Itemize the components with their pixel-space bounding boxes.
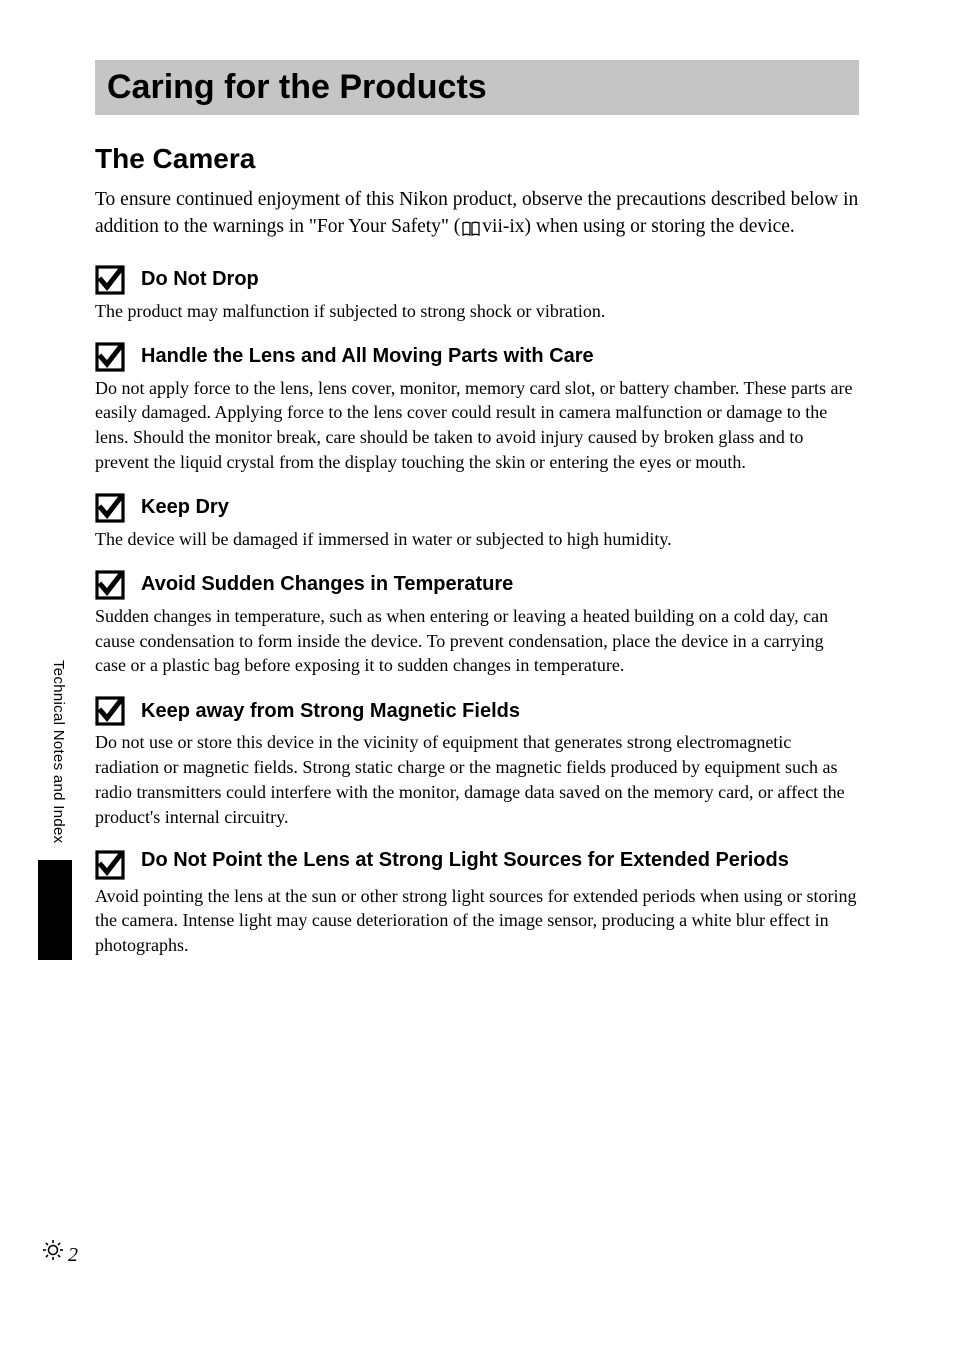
section-title: The Camera — [95, 143, 859, 175]
warning-check-icon — [95, 265, 125, 295]
callout-header: Avoid Sudden Changes in Temperature — [95, 570, 859, 600]
callout-title: Do Not Point the Lens at Strong Light So… — [141, 848, 789, 873]
warning-check-icon — [95, 570, 125, 600]
callout-body: Avoid pointing the lens at the sun or ot… — [95, 884, 859, 958]
callout-body: Do not apply force to the lens, lens cov… — [95, 376, 859, 475]
callout-magnetic-fields: Keep away from Strong Magnetic Fields Do… — [95, 696, 859, 829]
book-reference-icon — [461, 219, 481, 235]
callout-do-not-drop: Do Not Drop The product may malfunction … — [95, 265, 859, 324]
side-section-label: Technical Notes and Index — [50, 660, 67, 843]
intro-text-part2: vii-ix) when using or storing the device… — [482, 216, 794, 237]
callout-header: Keep Dry — [95, 493, 859, 523]
callout-body: Sudden changes in temperature, such as w… — [95, 604, 859, 678]
callout-temperature: Avoid Sudden Changes in Temperature Sudd… — [95, 570, 859, 678]
warning-check-icon — [95, 493, 125, 523]
warning-check-icon — [95, 342, 125, 372]
sun-gear-icon — [42, 1239, 64, 1261]
side-tab-marker — [38, 860, 72, 960]
page-number: 2 — [68, 1244, 78, 1267]
callout-title: Do Not Drop — [141, 268, 259, 291]
callout-header: Do Not Point the Lens at Strong Light So… — [95, 848, 859, 880]
warning-check-icon — [95, 696, 125, 726]
callout-body: The device will be damaged if immersed i… — [95, 527, 859, 552]
callout-body: The product may malfunction if subjected… — [95, 299, 859, 324]
intro-paragraph: To ensure continued enjoyment of this Ni… — [95, 187, 859, 241]
page-footer: 2 — [42, 1239, 78, 1267]
callout-light-sources: Do Not Point the Lens at Strong Light So… — [95, 848, 859, 958]
callout-handle-lens: Handle the Lens and All Moving Parts wit… — [95, 342, 859, 475]
callout-title: Keep away from Strong Magnetic Fields — [141, 700, 520, 723]
main-title-bar: Caring for the Products — [95, 60, 859, 115]
callout-header: Handle the Lens and All Moving Parts wit… — [95, 342, 859, 372]
callout-title: Keep Dry — [141, 496, 229, 519]
callout-header: Do Not Drop — [95, 265, 859, 295]
callout-header: Keep away from Strong Magnetic Fields — [95, 696, 859, 726]
callout-title: Avoid Sudden Changes in Temperature — [141, 573, 513, 596]
main-title: Caring for the Products — [107, 68, 847, 107]
callout-body: Do not use or store this device in the v… — [95, 730, 859, 829]
warning-check-icon — [95, 850, 125, 880]
callout-keep-dry: Keep Dry The device will be damaged if i… — [95, 493, 859, 552]
callout-title: Handle the Lens and All Moving Parts wit… — [141, 345, 594, 368]
